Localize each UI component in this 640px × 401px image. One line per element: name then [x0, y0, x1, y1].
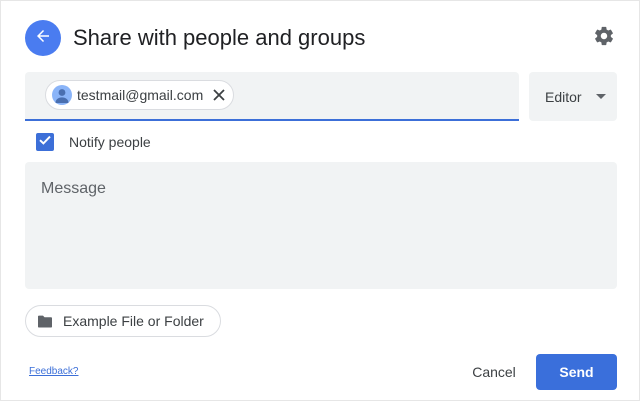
arrow-left-icon: [34, 27, 52, 50]
notify-label: Notify people: [69, 134, 151, 150]
recipient-email: testmail@gmail.com: [77, 87, 204, 103]
caret-down-icon: [595, 94, 606, 99]
recipient-input[interactable]: testmail@gmail.com: [25, 72, 519, 121]
folder-icon: [37, 314, 53, 328]
share-dialog: Share with people and groups testmail@gm…: [0, 0, 640, 401]
gear-icon: [593, 25, 615, 52]
attachment-chip[interactable]: Example File or Folder: [25, 305, 221, 337]
recipient-chip[interactable]: testmail@gmail.com: [45, 80, 235, 110]
dialog-title: Share with people and groups: [73, 25, 366, 50]
notify-checkbox[interactable]: [36, 133, 54, 151]
role-selected-value: Editor: [545, 88, 582, 105]
back-button[interactable]: [25, 20, 61, 56]
attachment-label: Example File or Folder: [63, 313, 204, 329]
checkmark-icon: [38, 133, 52, 152]
role-dropdown[interactable]: Editor: [529, 72, 617, 121]
feedback-link[interactable]: Feedback?: [29, 366, 78, 377]
settings-button[interactable]: [591, 25, 617, 51]
message-field[interactable]: Message: [25, 162, 617, 289]
person-icon: [52, 85, 72, 105]
send-button[interactable]: Send: [536, 354, 617, 390]
close-icon[interactable]: [211, 87, 227, 103]
cancel-button[interactable]: Cancel: [459, 354, 529, 390]
